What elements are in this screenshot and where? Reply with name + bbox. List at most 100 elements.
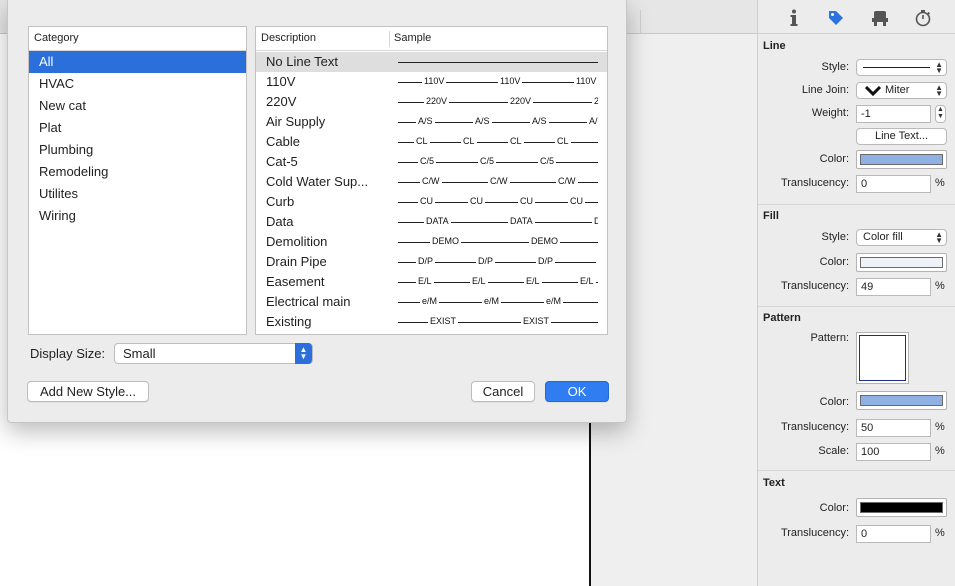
style-row[interactable]: 110V 110V 110V 110V [256,72,607,92]
style-list-header: Description Sample [256,27,607,51]
style-sample: C/W C/W C/W [398,172,598,192]
ok-button[interactable]: OK [545,381,609,402]
sample-text: C/5 [538,156,557,167]
category-item[interactable]: Plumbing [29,139,246,161]
line-text-button[interactable]: Line Text... [856,128,947,145]
style-list[interactable]: Description Sample No Line Text 110V 110V 1… [255,26,608,335]
style-row[interactable]: Electrical maine/Me/Me/Me/M [256,292,607,312]
sample-text: 220V [592,96,598,107]
info-icon[interactable] [783,8,805,28]
style-name: Easement [266,274,325,289]
sample-text: C/W [488,176,510,187]
style-row[interactable]: Curb CU CU CU CU [256,192,607,212]
style-rows: No Line Text 110V 110V 110V 110V 220V 220V 220V… [256,51,607,332]
popup-arrows-icon: ▲ ▼ [935,83,943,98]
sample-text: A/S [473,116,492,127]
category-item[interactable]: Utilites [29,183,246,205]
line-style-preview [863,67,930,68]
sample-text: E/L [578,276,596,287]
style-row[interactable]: 220V 220V 220V 220V [256,92,607,112]
line-style-popup[interactable]: ▲ ▼ [856,59,947,76]
style-sample: DATA DATA DATA [398,212,598,232]
line-join-value: Miter [885,84,910,96]
percent-label: % [935,445,945,457]
line-translucency-label: Translucency: [780,177,849,189]
style-row[interactable]: Data DATA DATA DATA [256,212,607,232]
line-color-well[interactable] [856,150,947,169]
sample-text: C/5 [418,156,437,167]
inspector-panel: Line Style: ▲ ▼ Line Join: Miter ▲ ▼ Weigh… [757,0,955,586]
fill-color-well[interactable] [856,253,947,272]
weight-field[interactable]: -1 [856,105,931,123]
line-translucency-field[interactable]: 0 [856,175,931,193]
style-row[interactable]: Cat-5C/5C/5C/5C/5 [256,152,607,172]
category-item[interactable]: Remodeling [29,161,246,183]
style-sample: CLCLCLCLCL [398,132,598,152]
style-sample: 110V 110V 110V [398,72,598,92]
style-sample: E/L E/L E/L E/L [398,272,598,292]
pattern-preview [859,335,906,381]
category-item[interactable]: All [29,51,246,73]
percent-label: % [935,421,945,433]
sample-text: 110V [498,76,523,87]
sample-text: A/S [587,116,598,127]
sample-text: DATA [424,216,451,227]
style-sample: EXISTEXISTEXIST [398,312,598,332]
category-list[interactable]: Category All HVAC New cat Plat Plumbing Remod… [28,26,247,335]
pattern-translucency-field[interactable]: 50 [856,419,931,437]
pattern-well[interactable] [856,332,909,384]
weight-label: Weight: [811,107,849,119]
fill-color-swatch [860,257,943,268]
fill-translucency-field[interactable]: 49 [856,278,931,296]
sample-text: EXIST [521,316,552,327]
pattern-translucency-label: Translucency: [780,421,849,433]
fill-translucency-label: Translucency: [780,280,849,292]
sample-text: e/M [420,296,440,307]
sample-text: E/L [470,276,488,287]
style-row[interactable]: Air Supply A/S A/S A/S A/S [256,112,607,132]
pattern-color-swatch [860,395,943,406]
style-row[interactable]: CableCLCLCLCLCL [256,132,607,152]
weight-stepper[interactable]: ▲ ▼ [935,105,946,123]
ruler-tick [640,10,641,34]
category-item[interactable]: Wiring [29,205,246,227]
cancel-button[interactable]: Cancel [471,381,535,402]
sample-text: 110V [574,76,598,87]
style-sample: A/S A/S A/S A/S [398,112,598,132]
sample-text: 220V [508,96,534,107]
fill-style-popup[interactable]: Color fill ▲ ▼ [856,229,947,246]
sample-text: D/P [476,256,496,267]
sample-text: CU [518,196,535,207]
style-row[interactable]: Cold Water Sup... C/W C/W C/W [256,172,607,192]
sample-text: CU [568,196,585,207]
style-name: 220V [266,94,297,109]
sample-text: CL [414,136,430,147]
category-item[interactable]: HVAC [29,73,246,95]
style-name: Drain Pipe [266,254,327,269]
scale-field[interactable]: 100 [856,443,931,461]
style-row[interactable]: Easement E/L E/L E/L E/L [256,272,607,292]
stopwatch-icon[interactable] [912,8,934,28]
percent-label: % [935,177,945,189]
text-color-well[interactable] [856,498,947,517]
line-join-popup[interactable]: Miter ▲ ▼ [856,82,947,99]
style-sample: CU CU CU CU [398,192,598,212]
sample-text: A/S [416,116,435,127]
pattern-label: Pattern: [810,332,849,344]
display-size-popup[interactable]: Small ▲ ▼ [114,343,313,364]
category-item[interactable]: New cat [29,95,246,117]
style-row[interactable]: Demolition DEMO DEMO [256,232,607,252]
style-row[interactable]: ExistingEXISTEXISTEXIST [256,312,607,332]
stamp-icon[interactable] [869,8,891,28]
text-translucency-field[interactable]: 0 [856,525,931,543]
style-row[interactable]: No Line Text [256,52,607,72]
add-new-style-button[interactable]: Add New Style... [27,381,149,402]
display-size-label: Display Size: [30,346,106,361]
sample-text: CL [508,136,524,147]
tag-icon[interactable] [825,8,847,28]
style-row[interactable]: Drain Pipe D/P D/P D/P D/P [256,252,607,272]
pattern-color-well[interactable] [856,391,947,410]
inspector-tabs [758,0,955,34]
category-item[interactable]: Plat [29,117,246,139]
line-text-style-dialog: Category All HVAC New cat Plat Plumbing Remod… [7,0,627,423]
